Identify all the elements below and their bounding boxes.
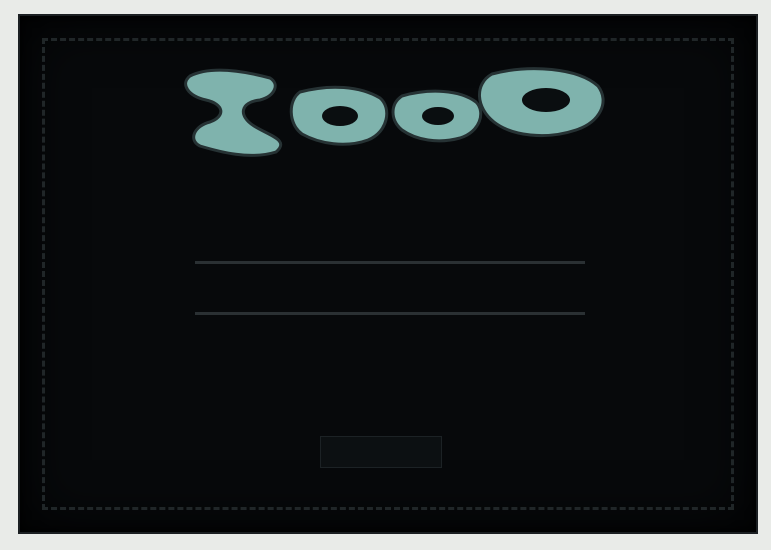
- selection-box: [320, 436, 442, 468]
- subtitle-line-1: [20, 211, 756, 231]
- game-logo: [184, 67, 605, 157]
- logo-letter-1: [184, 68, 283, 157]
- footer-line-1: [210, 486, 720, 506]
- subtitle-line-2: [20, 235, 756, 255]
- game-screen: [18, 14, 758, 534]
- footer-line-2: [230, 513, 690, 531]
- main-menu: [230, 332, 570, 432]
- menu-item-2[interactable]: [230, 382, 570, 412]
- game-title: [195, 261, 585, 315]
- menu-item-1[interactable]: [230, 332, 570, 362]
